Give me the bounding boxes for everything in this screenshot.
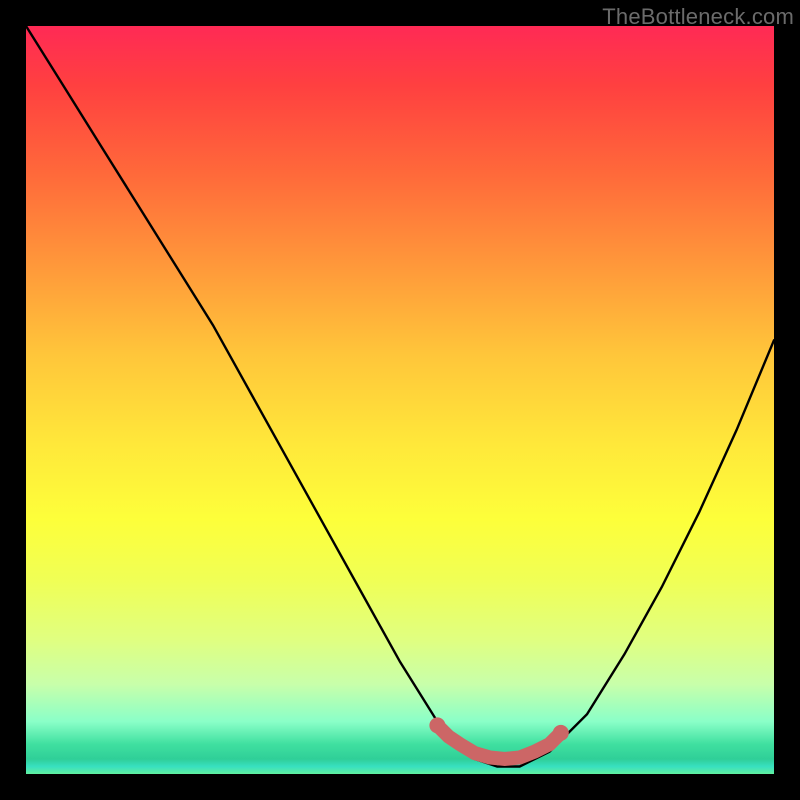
flat-region-highlight	[437, 725, 560, 759]
flat-region-endpoint	[553, 725, 569, 741]
flat-region-endpoint	[429, 717, 445, 733]
bottleneck-curve	[26, 26, 774, 767]
curve-plot	[26, 26, 774, 774]
